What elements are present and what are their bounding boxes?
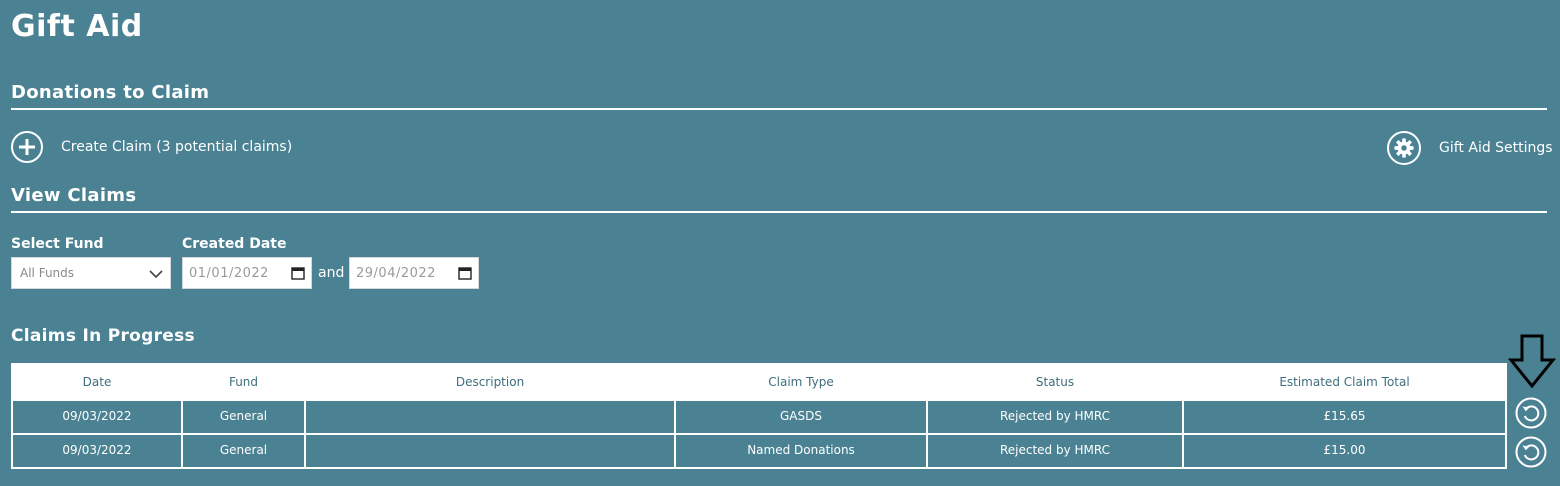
column-header-fund: Fund: [181, 363, 306, 401]
created-date-label: Created Date: [182, 236, 287, 252]
cell-claim-type: Named Donations: [674, 433, 928, 469]
cell-fund: General: [181, 399, 306, 435]
select-fund-label: Select Fund: [11, 236, 104, 252]
fund-select[interactable]: All Funds: [11, 257, 171, 289]
fund-select-value: All Funds: [20, 266, 75, 280]
gear-icon: [1387, 131, 1421, 165]
claims-in-progress-heading: Claims In Progress: [11, 326, 195, 346]
refresh-icon[interactable]: [1515, 397, 1547, 429]
table-row[interactable]: 09/03/2022 General GASDS Rejected by HMR…: [11, 399, 1507, 435]
create-claim-label: Create Claim (3 potential claims): [61, 139, 293, 155]
donations-divider: [11, 108, 1547, 110]
date-from-value: 01/01/2022: [189, 265, 269, 281]
chevron-down-icon: [148, 266, 164, 285]
down-arrow-icon: [1507, 334, 1557, 392]
column-header-description: Description: [304, 363, 676, 401]
calendar-icon[interactable]: [291, 266, 305, 284]
cell-fund: General: [181, 433, 306, 469]
date-to-input[interactable]: 29/04/2022: [349, 257, 479, 289]
calendar-icon[interactable]: [458, 266, 472, 284]
table-row[interactable]: 09/03/2022 General Named Donations Rejec…: [11, 433, 1507, 469]
gift-aid-settings-label: Gift Aid Settings: [1439, 140, 1553, 156]
create-claim-button[interactable]: Create Claim (3 potential claims): [11, 131, 292, 163]
plus-circle-icon: [11, 131, 43, 163]
cell-description: [304, 399, 676, 435]
view-claims-divider: [11, 211, 1547, 213]
date-to-value: 29/04/2022: [356, 265, 436, 281]
page-title: Gift Aid: [11, 9, 143, 44]
donations-heading: Donations to Claim: [11, 82, 210, 103]
table-header-row: Date Fund Description Claim Type Status …: [11, 363, 1507, 401]
column-header-date: Date: [11, 363, 183, 401]
view-claims-heading: View Claims: [11, 185, 137, 206]
gift-aid-settings-button[interactable]: Gift Aid Settings: [1387, 131, 1553, 165]
column-header-total: Estimated Claim Total: [1182, 363, 1507, 401]
refresh-icon[interactable]: [1515, 436, 1547, 468]
cell-description: [304, 433, 676, 469]
cell-date: 09/03/2022: [11, 399, 183, 435]
cell-status: Rejected by HMRC: [926, 433, 1184, 469]
cell-total: £15.65: [1182, 399, 1507, 435]
cell-status: Rejected by HMRC: [926, 399, 1184, 435]
cell-claim-type: GASDS: [674, 399, 928, 435]
column-header-status: Status: [926, 363, 1184, 401]
cell-total: £15.00: [1182, 433, 1507, 469]
column-header-claim-type: Claim Type: [674, 363, 928, 401]
cell-date: 09/03/2022: [11, 433, 183, 469]
and-label: and: [318, 265, 345, 281]
date-from-input[interactable]: 01/01/2022: [182, 257, 312, 289]
claims-table: Date Fund Description Claim Type Status …: [11, 363, 1507, 469]
